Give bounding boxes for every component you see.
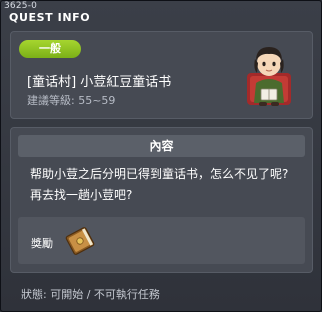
book-icon[interactable] [63, 225, 97, 257]
quest-description: 帮助小荳之后分明已得到童话书，怎么不见了呢? 再去找一趟小荳吧? [30, 167, 289, 202]
reward-label: 獎勵 [31, 237, 53, 250]
required-level: 建議等級: 55~59 [27, 94, 116, 107]
reward-box [18, 217, 305, 264]
quest-id: 3625-0 [4, 1, 38, 11]
quest-info-window: 3625-0 QUEST INFO 一般 [童话村] 小荳紅豆童话书 建議等級:… [0, 0, 322, 312]
quest-name: [童话村] 小荳紅豆童话书 [27, 75, 172, 90]
npc-portrait-icon [247, 47, 291, 106]
window-title: QUEST INFO [9, 11, 91, 24]
quest-status: 狀態: 可開始 / 不可執行任務 [21, 288, 160, 301]
content-header: 內容 [18, 135, 305, 157]
category-badge: 一般 [19, 40, 81, 58]
